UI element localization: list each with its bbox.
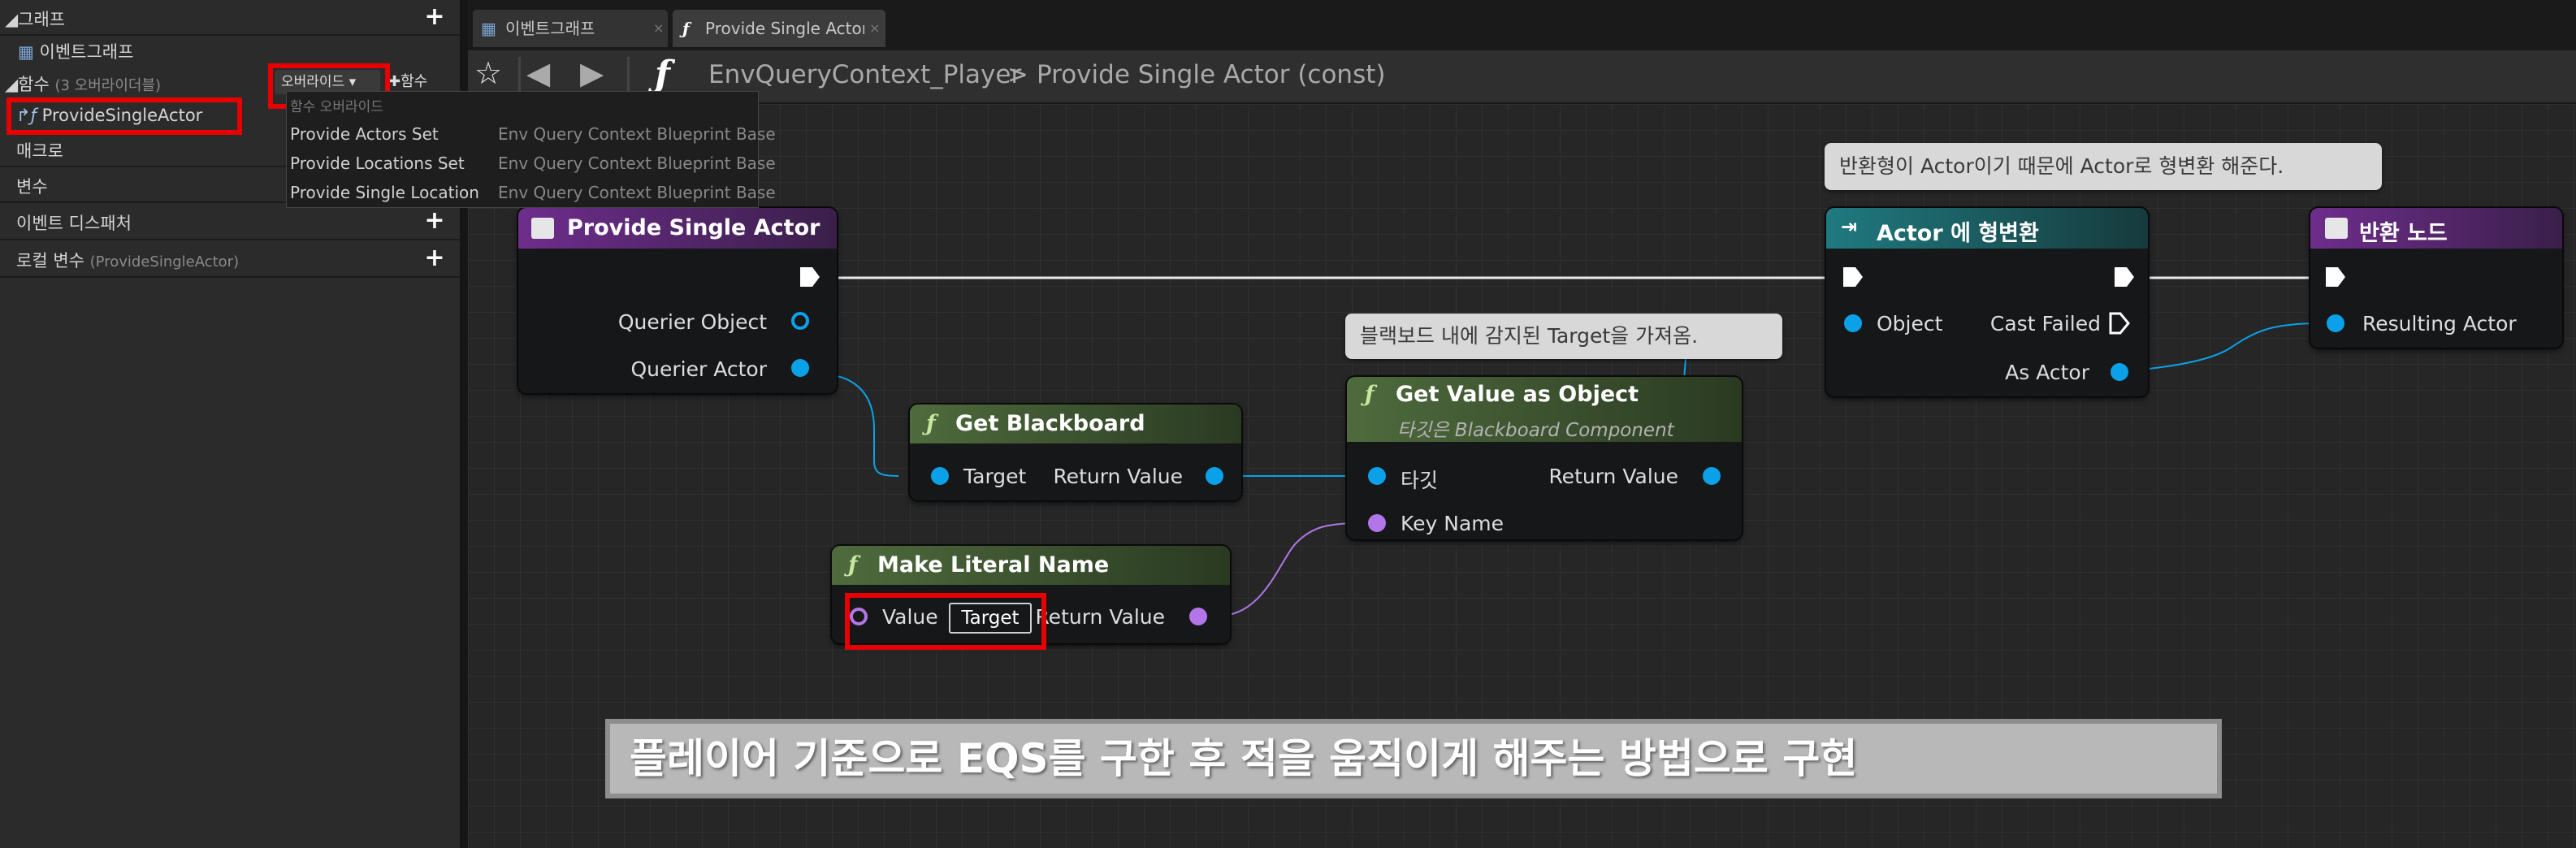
- return-value-pin[interactable]: [1189, 608, 1207, 625]
- favorite-star-icon[interactable]: ☆: [474, 55, 502, 91]
- toolbar-divider: [518, 57, 521, 94]
- banner-text: 플레이어 기준으로 EQS를 구한 후 적을 움직이게 해주는 방법으로 구현: [630, 735, 1858, 782]
- tab-close-icon[interactable]: ×: [869, 10, 880, 47]
- return-value-label: Return Value: [1053, 465, 1183, 488]
- exec-in-pin[interactable]: [2323, 265, 2348, 289]
- make-literal-title: Make Literal Name: [877, 552, 1110, 578]
- functions-header: ◢함수 (3 오버라이더블): [5, 75, 162, 94]
- get-blackboard-title: Get Blackboard: [955, 411, 1145, 436]
- variables-label: 변수: [16, 177, 48, 197]
- menu-item-source: Env Query Context Blueprint Base: [498, 154, 776, 173]
- as-actor-pin[interactable]: [2111, 363, 2128, 381]
- breadcrumb-separator: >: [1007, 60, 1028, 89]
- comment-text: 블랙보드 내에 감지된 Target을 가져옴.: [1360, 324, 1699, 348]
- event-graph-icon: ▦: [18, 42, 40, 62]
- return-value-pin[interactable]: [1703, 467, 1721, 485]
- breadcrumb-function[interactable]: Provide Single Actor (const): [1037, 60, 1385, 89]
- local-variables-section[interactable]: 로컬 변수 (ProvideSingleActor) +: [0, 240, 460, 278]
- function-icon: ƒ: [655, 54, 670, 95]
- exec-out-pin[interactable]: [2112, 265, 2137, 289]
- tab-bar: ▦ 이벤트그래프 × ƒ Provide Single Actor ×: [468, 0, 2576, 50]
- cast-to-actor-node[interactable]: ⇥ Actor 에 형변환 Object Cast Failed As Acto…: [1826, 208, 2148, 396]
- comment-bubble-cast[interactable]: 반환형이 Actor이기 때문에 Actor로 형변환 해준다.: [1825, 143, 2382, 190]
- event-dispatchers-section[interactable]: 이벤트 디스패처 +: [0, 203, 460, 240]
- target-pin[interactable]: [1368, 467, 1386, 485]
- tab-event-graph-label: 이벤트그래프: [505, 19, 595, 38]
- entry-node[interactable]: Provide Single Actor Querier Object Quer…: [518, 208, 837, 393]
- return-value-label: Return Value: [1548, 465, 1678, 488]
- resulting-actor-pin[interactable]: [2327, 314, 2344, 332]
- entry-node-title: Provide Single Actor: [567, 215, 820, 240]
- key-name-pin[interactable]: [1368, 514, 1386, 532]
- target-label: 타깃: [1401, 469, 1439, 492]
- function-tab-icon: ƒ: [682, 19, 690, 38]
- menu-item-provide-actors-set[interactable]: Provide Actors Set: [290, 124, 439, 144]
- tab-provide-single-actor-label: Provide Single Actor: [705, 19, 864, 38]
- as-actor-label: As Actor: [2005, 361, 2089, 384]
- highlight-function-item: [6, 97, 242, 135]
- querier-actor-label: Querier Actor: [630, 357, 767, 381]
- resulting-actor-label: Resulting Actor: [2362, 312, 2517, 335]
- function-icon: ƒ: [848, 552, 858, 578]
- breadcrumb-class[interactable]: EnvQueryContext_Player: [708, 60, 1021, 89]
- cast-icon: ⇥: [1841, 215, 1858, 238]
- menu-item-source: Env Query Context Blueprint Base: [498, 183, 776, 202]
- menu-item-source: Env Query Context Blueprint Base: [498, 124, 776, 144]
- comment-bubble-blackboard[interactable]: 블랙보드 내에 감지된 Target을 가져옴.: [1345, 314, 1782, 359]
- event-dispatchers-label: 이벤트 디스패처: [16, 214, 132, 233]
- tab-close-icon[interactable]: ×: [653, 10, 664, 47]
- menu-item-provide-single-location[interactable]: Provide Single Location: [290, 183, 479, 202]
- my-blueprint-panel: ◢그래프 + ▦ 이벤트그래프 ◢함수 (3 오버라이더블) 오버라이드 ▾ ✚…: [0, 0, 776, 848]
- back-arrow-icon[interactable]: ◀: [526, 55, 550, 91]
- return-value-label: Return Value: [1035, 605, 1165, 629]
- object-label: Object: [1877, 312, 1943, 335]
- override-menu-header: 함수 오버라이드: [290, 99, 383, 115]
- querier-object-label: Querier Object: [617, 310, 767, 334]
- toolbar-divider: [627, 57, 630, 94]
- annotation-banner: 플레이어 기준으로 EQS를 구한 후 적을 움직이게 해주는 방법으로 구현: [605, 719, 2222, 798]
- cast-failed-label: Cast Failed: [1989, 312, 2101, 335]
- event-graph-item[interactable]: ▦ 이벤트그래프: [0, 36, 460, 65]
- cast-node-title: Actor 에 형변환: [1877, 221, 2039, 246]
- highlight-literal-value: [845, 593, 1046, 650]
- querier-object-pin[interactable]: [791, 312, 809, 330]
- graphs-label: ◢그래프: [5, 10, 66, 29]
- return-value-pin[interactable]: [1206, 467, 1223, 485]
- target-label: Target: [963, 465, 1027, 488]
- get-value-subtitle: 타깃은 Blackboard Component: [1397, 420, 1674, 441]
- exec-in-pin[interactable]: [1841, 265, 1865, 289]
- cast-failed-pin[interactable]: [2107, 310, 2132, 336]
- return-node-title: 반환 노드: [2359, 221, 2448, 246]
- get-value-title: Get Value as Object: [1396, 382, 1639, 407]
- add-local-variable-icon[interactable]: +: [422, 246, 447, 270]
- function-icon: ƒ: [926, 411, 936, 436]
- add-dispatcher-icon[interactable]: +: [422, 209, 447, 233]
- plus-icon: ✚: [388, 73, 401, 90]
- event-graph-row: ▦ 이벤트그래프: [18, 42, 134, 62]
- entry-node-icon: [531, 218, 554, 239]
- menu-item-provide-locations-set[interactable]: Provide Locations Set: [290, 154, 465, 173]
- add-graph-icon[interactable]: +: [422, 5, 447, 29]
- override-dropdown-menu: 함수 오버라이드 Provide Actors Set Env Query Co…: [286, 91, 776, 208]
- querier-actor-pin[interactable]: [791, 359, 809, 377]
- function-icon: ƒ: [1365, 382, 1375, 407]
- local-variables-header: 로컬 변수 (ProvideSingleActor): [16, 251, 240, 270]
- get-value-as-object-node[interactable]: ƒ Get Value as Object 타깃은 Blackboard Com…: [1347, 377, 1742, 539]
- return-node[interactable]: 반환 노드 Resulting Actor: [2310, 208, 2562, 348]
- get-blackboard-node[interactable]: ƒ Get Blackboard Target Return Value: [910, 405, 1241, 500]
- key-name-label: Key Name: [1401, 512, 1504, 535]
- comment-text: 반환형이 Actor이기 때문에 Actor로 형변환 해준다.: [1839, 154, 2284, 178]
- graphs-section[interactable]: ◢그래프 +: [0, 0, 460, 36]
- forward-arrow-icon[interactable]: ▶: [580, 55, 604, 91]
- name-wire: [1219, 522, 1362, 617]
- tab-provide-single-actor[interactable]: ƒ Provide Single Actor ×: [673, 10, 885, 47]
- return-node-icon: [2325, 218, 2348, 239]
- target-pin[interactable]: [931, 467, 949, 485]
- object-pin[interactable]: [1844, 314, 1862, 332]
- macros-label: 매크로: [16, 141, 63, 161]
- tab-event-graph[interactable]: ▦ 이벤트그래프 ×: [473, 10, 668, 47]
- graph-toolbar: ☆ ◀ ▶ ƒ EnvQueryContext_Player > Provide…: [468, 50, 2576, 104]
- event-graph-tab-icon: ▦: [481, 19, 496, 38]
- exec-out-pin[interactable]: [798, 265, 822, 289]
